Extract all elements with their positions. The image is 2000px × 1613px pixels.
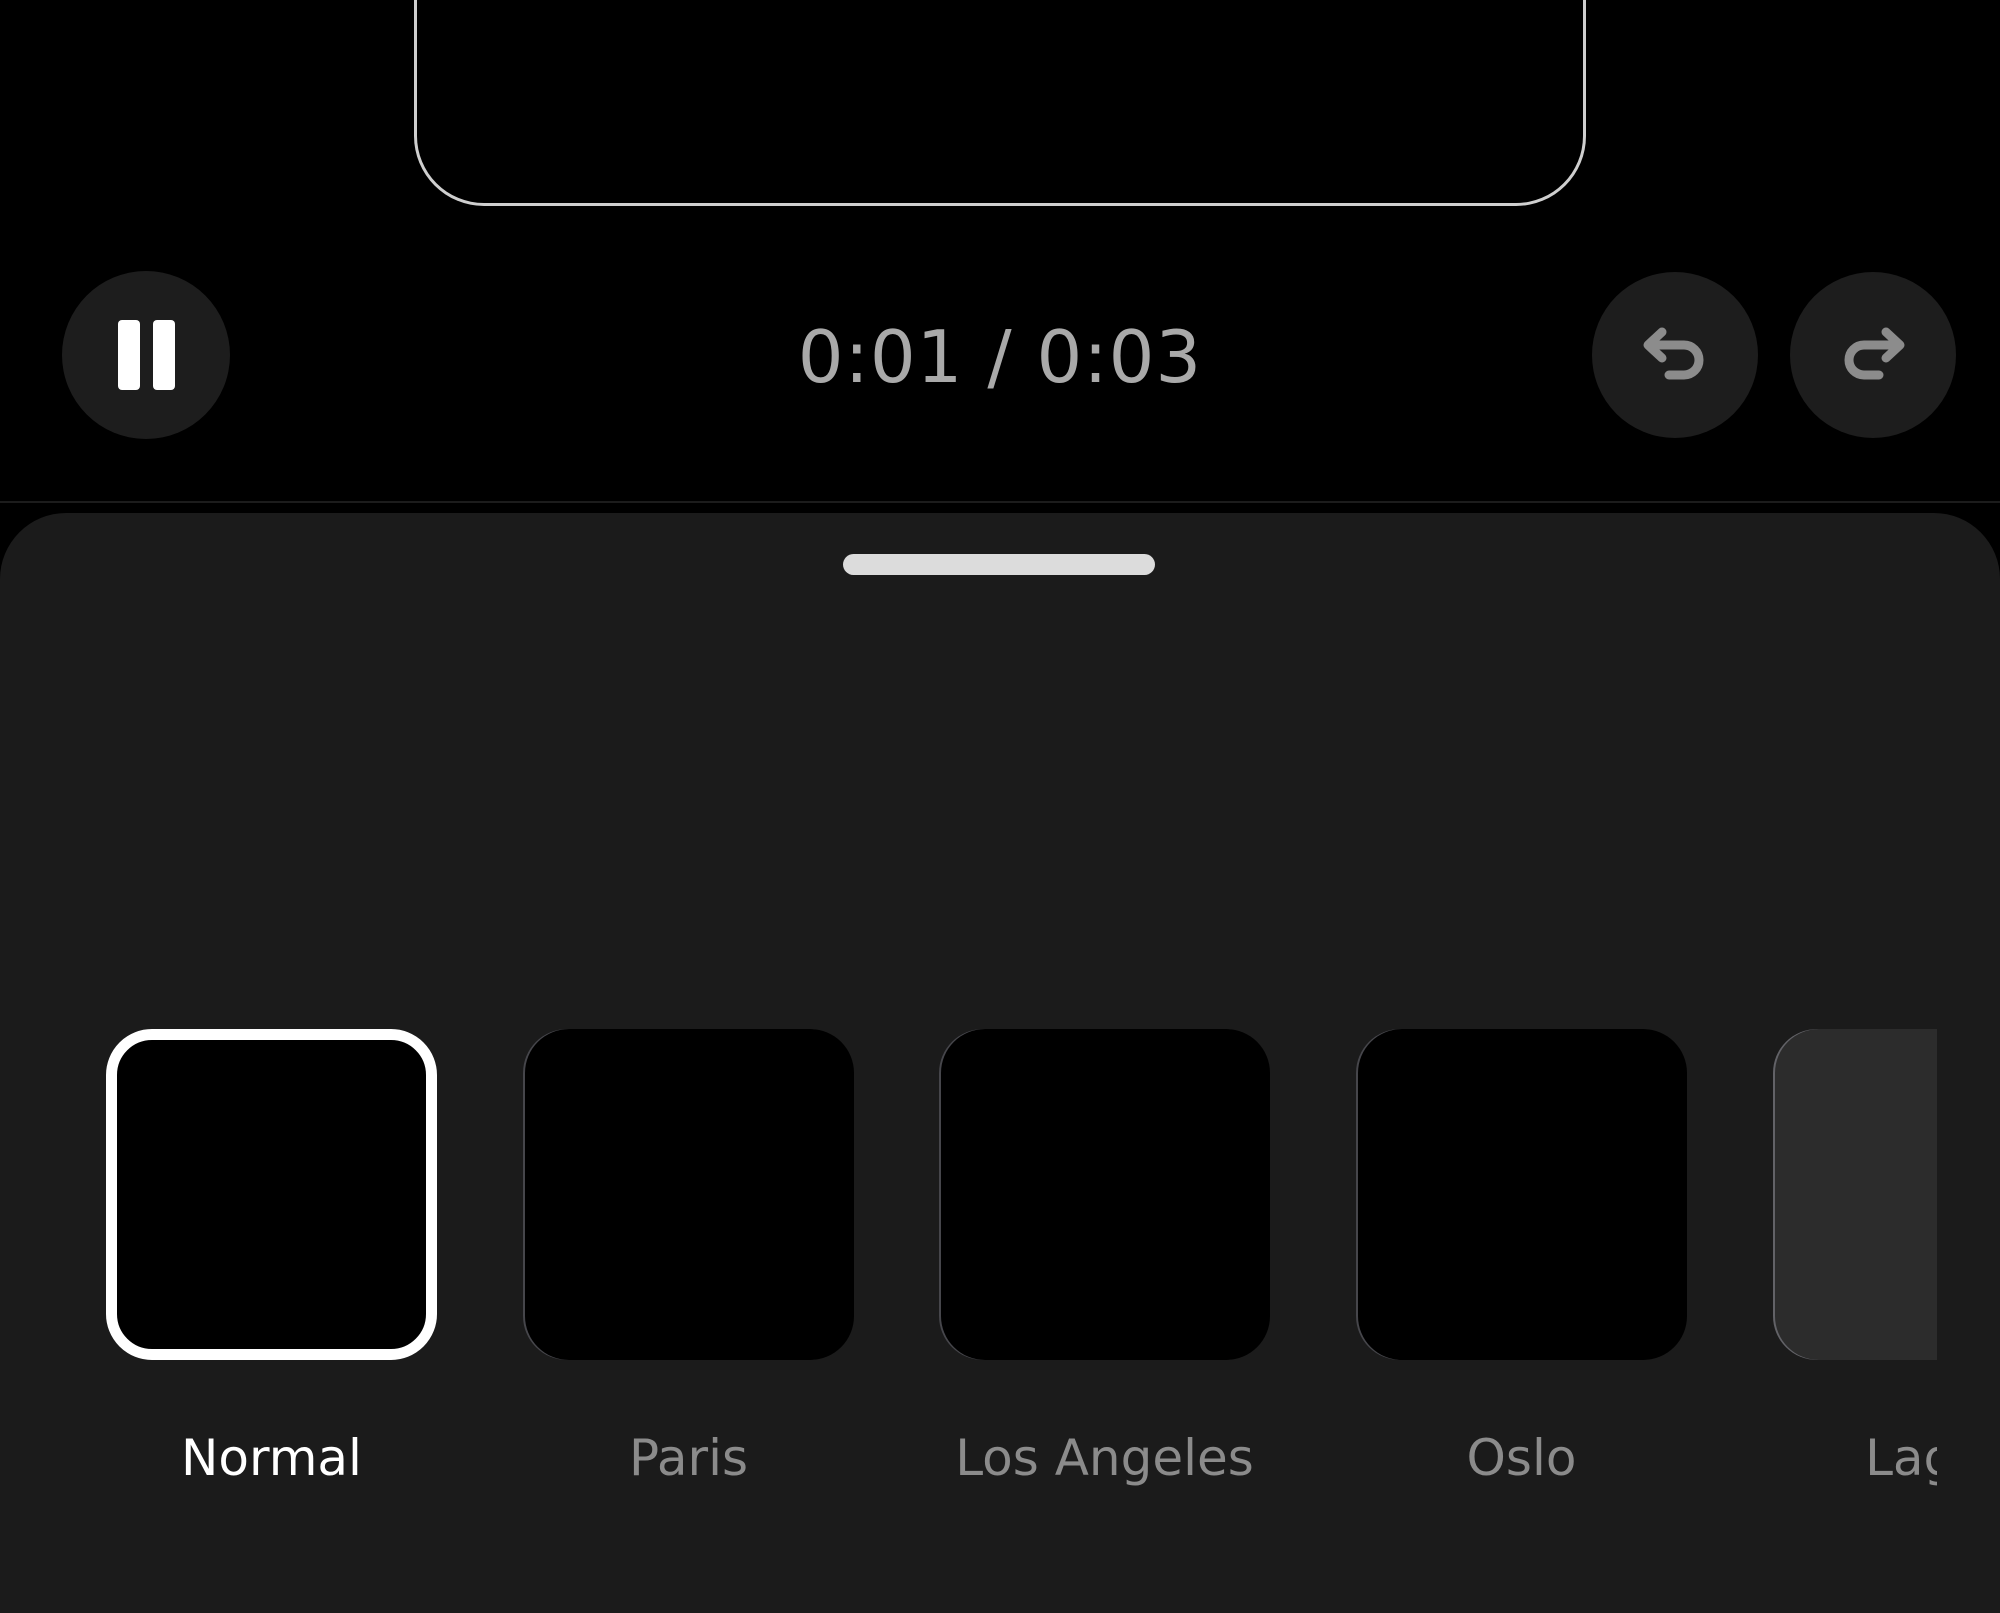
filter-label: Lagos — [1865, 1429, 1937, 1487]
filter-thumbnail — [1356, 1029, 1687, 1360]
filter-oslo[interactable]: Oslo — [1356, 1029, 1687, 1487]
redo-icon — [1844, 327, 1905, 380]
undo-button[interactable] — [1592, 272, 1758, 438]
filter-list[interactable]: Normal Paris Los Angeles Oslo Lagos — [0, 1029, 1937, 1529]
filter-thumbnail — [523, 1029, 854, 1360]
video-preview-frame — [414, 0, 1586, 206]
filter-thumbnail — [1773, 1029, 1937, 1360]
filter-lagos[interactable]: Lagos — [1773, 1029, 1937, 1487]
sheet-drag-handle[interactable] — [843, 554, 1155, 575]
redo-button[interactable] — [1790, 272, 1956, 438]
filter-thumbnail — [106, 1029, 437, 1360]
filter-normal[interactable]: Normal — [106, 1029, 437, 1487]
filter-thumbnail — [939, 1029, 1270, 1360]
undo-icon — [1643, 327, 1704, 380]
filter-paris[interactable]: Paris — [523, 1029, 854, 1487]
divider — [0, 501, 2000, 503]
filter-los-angeles[interactable]: Los Angeles — [939, 1029, 1270, 1487]
